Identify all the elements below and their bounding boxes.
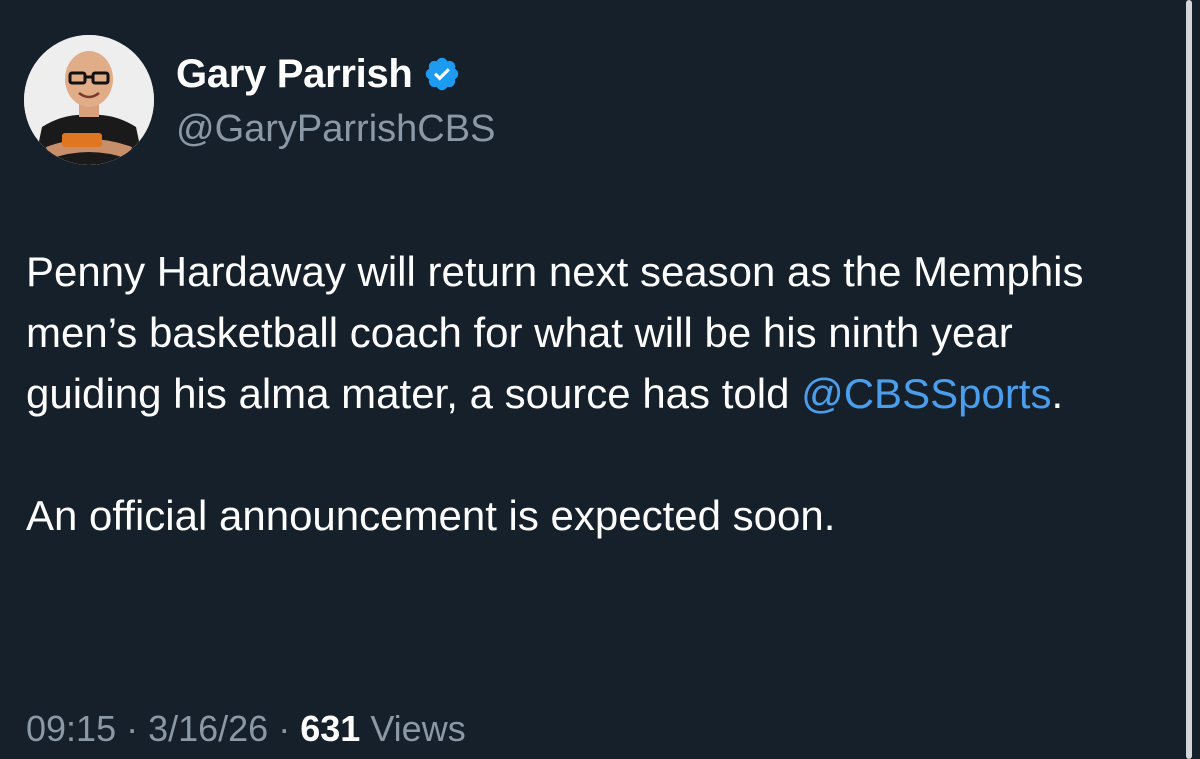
tweet-paragraph-1: Penny Hardaway will return next season a… <box>26 241 1156 424</box>
mention-link[interactable]: @CBSSports <box>801 370 1051 417</box>
author-handle[interactable]: @GaryParrishCBS <box>176 106 495 152</box>
avatar-photo <box>24 35 154 165</box>
views-label: Views <box>370 708 466 749</box>
tweet-time[interactable]: 09:15 <box>26 708 116 749</box>
meta-separator: · <box>268 708 301 749</box>
verified-badge-icon[interactable] <box>423 55 461 93</box>
tweet-meta: 09:15 · 3/16/26 · 631 Views <box>26 707 466 751</box>
scrollbar[interactable] <box>1186 0 1192 759</box>
tweet-text: Penny Hardaway will return next season a… <box>26 241 1156 546</box>
tweet-card: Gary Parrish @GaryParrishCBS Penny Harda… <box>0 0 1200 759</box>
tweet-text-after-mention: . <box>1051 370 1064 417</box>
meta-separator: · <box>116 708 149 749</box>
avatar[interactable] <box>24 35 154 165</box>
views-count[interactable]: 631 <box>300 708 360 749</box>
author-name-row: Gary Parrish <box>176 50 461 98</box>
tweet-paragraph-2: An official announcement is expected soo… <box>26 492 836 539</box>
tweet-date[interactable]: 3/16/26 <box>148 708 268 749</box>
author-display-name[interactable]: Gary Parrish <box>176 50 413 98</box>
